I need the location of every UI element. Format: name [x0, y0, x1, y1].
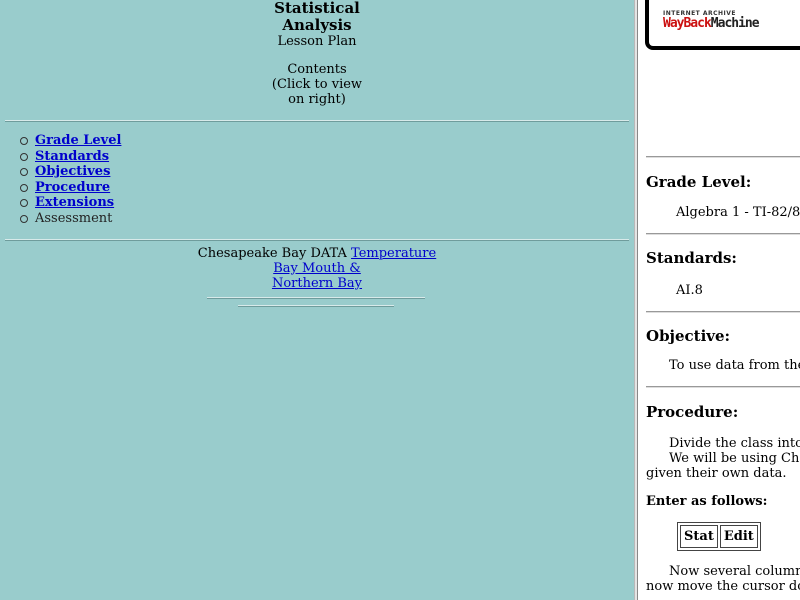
data-line-1: Chesapeake Bay DATA Temperature	[0, 246, 634, 261]
procedure-line-2: We will be using Che	[669, 451, 800, 466]
lesson-frame: INTERNET ARCHIVE WayBackMachine Grade Le…	[638, 0, 800, 600]
wayback-machine-logo[interactable]: INTERNET ARCHIVE WayBackMachine	[645, 0, 800, 50]
contents-hint-line2: on right)	[288, 92, 346, 107]
divider	[646, 386, 800, 388]
assessment-text: Assessment	[35, 210, 113, 226]
divider	[238, 305, 394, 307]
logo-wayback-text: WayBackMachine	[663, 16, 760, 31]
divider	[5, 239, 629, 241]
contents-item-grade-level: Grade Level	[16, 133, 121, 149]
contents-label: Contents	[287, 62, 347, 77]
link-procedure[interactable]: Procedure	[35, 180, 110, 195]
procedure-line-1: Divide the class into	[669, 436, 800, 451]
divider	[207, 297, 425, 299]
data-prefix: Chesapeake Bay DATA	[197, 246, 347, 261]
objective-text: To use data from the	[669, 358, 800, 373]
enter-as-follows-heading: Enter as follows:	[646, 494, 768, 509]
grade-level-heading: Grade Level:	[646, 173, 752, 191]
contents-item-assessment: Assessment	[16, 211, 121, 227]
standards-text: AI.8	[676, 283, 703, 298]
page-title-line2: Analysis	[282, 16, 352, 34]
divider	[5, 120, 629, 122]
now-line-2: now move the cursor dov	[646, 579, 800, 594]
contents-item-extensions: Extensions	[16, 195, 121, 211]
divider	[646, 311, 800, 313]
contents-item-procedure: Procedure	[16, 180, 121, 196]
stat-key: Stat	[680, 525, 718, 548]
standards-heading: Standards:	[646, 249, 737, 267]
page-subtitle: Lesson Plan	[277, 34, 357, 49]
link-northern-bay[interactable]: Northern Bay	[272, 276, 362, 291]
contents-frame: Statistical Analysis Lesson Plan Content…	[0, 0, 634, 600]
divider	[646, 156, 800, 158]
data-line-3: Northern Bay	[0, 276, 634, 291]
link-extensions[interactable]: Extensions	[35, 195, 114, 210]
link-standards[interactable]: Standards	[35, 149, 109, 164]
procedure-heading: Procedure:	[646, 403, 739, 421]
contents-list: Grade Level Standards Objectives Procedu…	[16, 133, 121, 226]
contents-hint-line1: (Click to view	[271, 77, 363, 92]
edit-key: Edit	[719, 525, 758, 548]
link-bay-mouth[interactable]: Bay Mouth &	[273, 261, 361, 276]
link-grade-level[interactable]: Grade Level	[35, 133, 121, 148]
divider	[646, 233, 800, 235]
procedure-line-3: given their own data.	[646, 466, 787, 481]
link-temperature[interactable]: Temperature	[351, 246, 436, 261]
page-title-line1: Statistical	[274, 0, 360, 17]
objective-heading: Objective:	[646, 327, 731, 345]
link-objectives[interactable]: Objectives	[35, 164, 110, 179]
data-line-2: Bay Mouth &	[0, 261, 634, 276]
now-line-1: Now several column	[669, 564, 800, 579]
contents-item-objectives: Objectives	[16, 164, 121, 180]
contents-item-standards: Standards	[16, 149, 121, 165]
key-sequence-table: Stat Edit	[677, 522, 761, 551]
grade-level-text: Algebra 1 - TI-82/83	[676, 205, 800, 220]
